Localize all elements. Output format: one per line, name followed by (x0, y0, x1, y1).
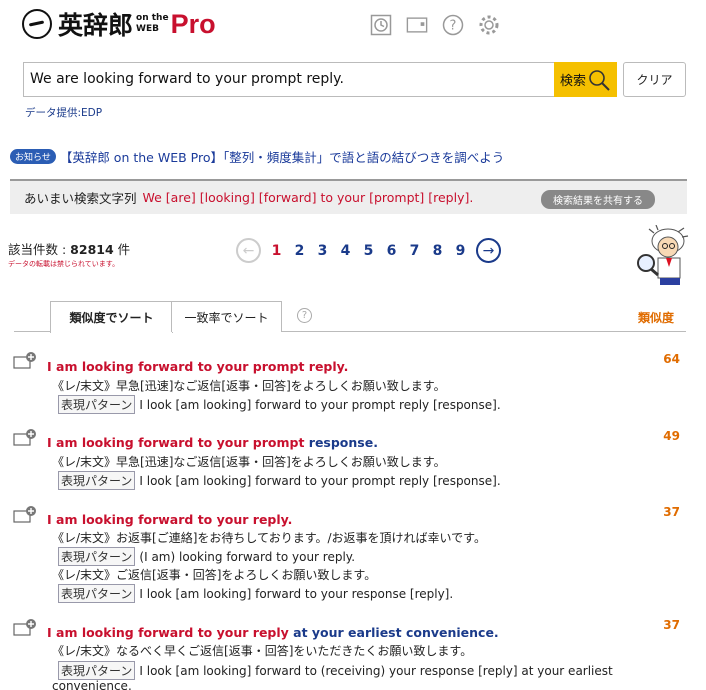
similarity-score: 49 (663, 429, 680, 443)
result-translation: 《レ/末文》早急[迅速]なご返信[返事・回答]をよろしくお願い致します。 (52, 379, 446, 393)
svg-text:?: ? (450, 19, 457, 34)
page-link[interactable]: 3 (311, 243, 334, 259)
history-icon[interactable] (370, 14, 392, 36)
prev-page-icon: ← (236, 238, 261, 263)
result-pattern: 表現パターン (I am) looking forward to your rep… (52, 547, 355, 566)
notice-badge: お知らせ (10, 149, 56, 164)
page-link[interactable]: 2 (288, 243, 311, 259)
similarity-score: 37 (663, 618, 680, 632)
notice-link[interactable]: 【英辞郎 on the WEB Pro】「整列・頻度集計」で語と語の結びつきを調… (60, 147, 504, 166)
data-provider-link[interactable]: データ提供:EDP (25, 105, 102, 120)
result-pattern: 表現パターン I look [am looking] forward to you… (52, 584, 453, 603)
tab-sort-similarity[interactable]: 類似度でソート (50, 301, 173, 333)
page-link[interactable]: 1 (265, 243, 288, 259)
result-pattern: 表現パターン I look [am looking] forward to you… (52, 471, 501, 490)
result-heading[interactable]: I am looking forward to your prompt resp… (47, 435, 378, 450)
search-button-label: 検索 (559, 74, 586, 89)
add-wordbook-icon[interactable] (13, 429, 37, 447)
add-wordbook-icon[interactable] (13, 352, 37, 370)
result-heading[interactable]: I am looking forward to your reply. (47, 512, 292, 527)
pattern-tag: 表現パターン (58, 547, 136, 566)
search-button[interactable]: 検索 (554, 62, 617, 97)
pattern-tag: 表現パターン (58, 661, 136, 680)
pattern-tag: 表現パターン (58, 584, 136, 603)
next-page-icon[interactable]: → (476, 238, 501, 263)
search-input[interactable]: We are looking forward to your prompt re… (23, 62, 555, 97)
result-count-value: 82814 (70, 242, 114, 257)
page-link[interactable]: 6 (380, 243, 403, 259)
logo-mark-icon (22, 9, 52, 39)
page-link[interactable]: 7 (403, 243, 426, 259)
result-translation: 《レ/末文》早急[迅速]なご返信[返事・回答]をよろしくお願い致します。 (52, 455, 446, 469)
gear-icon[interactable] (478, 14, 500, 36)
logo-title: 英辞郎 (58, 11, 134, 40)
result-heading[interactable]: I am looking forward to your reply at yo… (47, 625, 499, 640)
similarity-column-label: 類似度 (637, 311, 674, 325)
page-link[interactable]: 4 (334, 243, 357, 259)
clear-button[interactable]: クリア (623, 62, 686, 97)
add-wordbook-icon[interactable] (13, 619, 37, 637)
sort-help-icon[interactable]: ? (297, 308, 312, 323)
result-translation: 《レ/末文》なるべく早くご返信[返事・回答]をいただきたくお願い致します。 (52, 644, 473, 658)
logo[interactable]: 英辞郎 on the WEB Pro (22, 6, 216, 42)
pattern-tag: 表現パターン (58, 395, 136, 414)
page-link[interactable]: 9 (449, 243, 472, 259)
pattern-tag: 表現パターン (58, 471, 136, 490)
sort-tabs: 類似度でソート 一致率でソート ? 類似度 (14, 301, 686, 333)
similarity-score: 37 (663, 505, 680, 519)
result-count: 該当件数 : 82814 件 (8, 242, 131, 257)
result-pattern: 表現パターン I look [am looking] forward to you… (52, 395, 501, 414)
help-circle-icon[interactable]: ? (442, 14, 464, 36)
search-icon (589, 69, 610, 91)
share-results-button[interactable]: 検索結果を共有する (541, 190, 655, 209)
wordbook-icon[interactable] (406, 14, 428, 36)
result-translation: 《レ/末文》ご返信[返事・回答]をよろしくお願い致します。 (52, 568, 377, 582)
similarity-score: 64 (663, 352, 680, 366)
notice: お知らせ 【英辞郎 on the WEB Pro】「整列・頻度集計」で語と語の結… (10, 147, 504, 166)
fuzzy-search-bar: あいまい検索文字列 We [are] [looking] [forward] t… (10, 179, 687, 214)
logo-pro: Pro (170, 8, 216, 39)
pagination: ← 1 2 3 4 5 6 7 8 9 → (236, 238, 501, 263)
copyright-note: データの転載は禁じられています。 (8, 260, 120, 268)
result-heading[interactable]: I am looking forward to your prompt repl… (47, 359, 348, 374)
header-icons: ? (370, 14, 500, 36)
add-wordbook-icon[interactable] (13, 506, 37, 524)
result-pattern-continued: convenience. (52, 679, 132, 690)
page-link[interactable]: 8 (426, 243, 449, 259)
header: 英辞郎 on the WEB Pro ? (0, 0, 706, 52)
professor-mascot-icon (637, 225, 689, 285)
page-link[interactable]: 5 (357, 243, 380, 259)
tab-sort-match[interactable]: 一致率でソート (171, 301, 282, 332)
fuzzy-query: We [are] [looking] [forward] to your [pr… (142, 190, 474, 205)
result-translation: 《レ/末文》お返事[ご連絡]をお待ちしております。/お返事を頂ければ幸いです。 (52, 531, 486, 545)
logo-subtitle: on the WEB (136, 13, 169, 34)
result-pattern: 表現パターン I look [am looking] forward to (re… (52, 661, 613, 680)
fuzzy-label: あいまい検索文字列 (24, 191, 137, 206)
